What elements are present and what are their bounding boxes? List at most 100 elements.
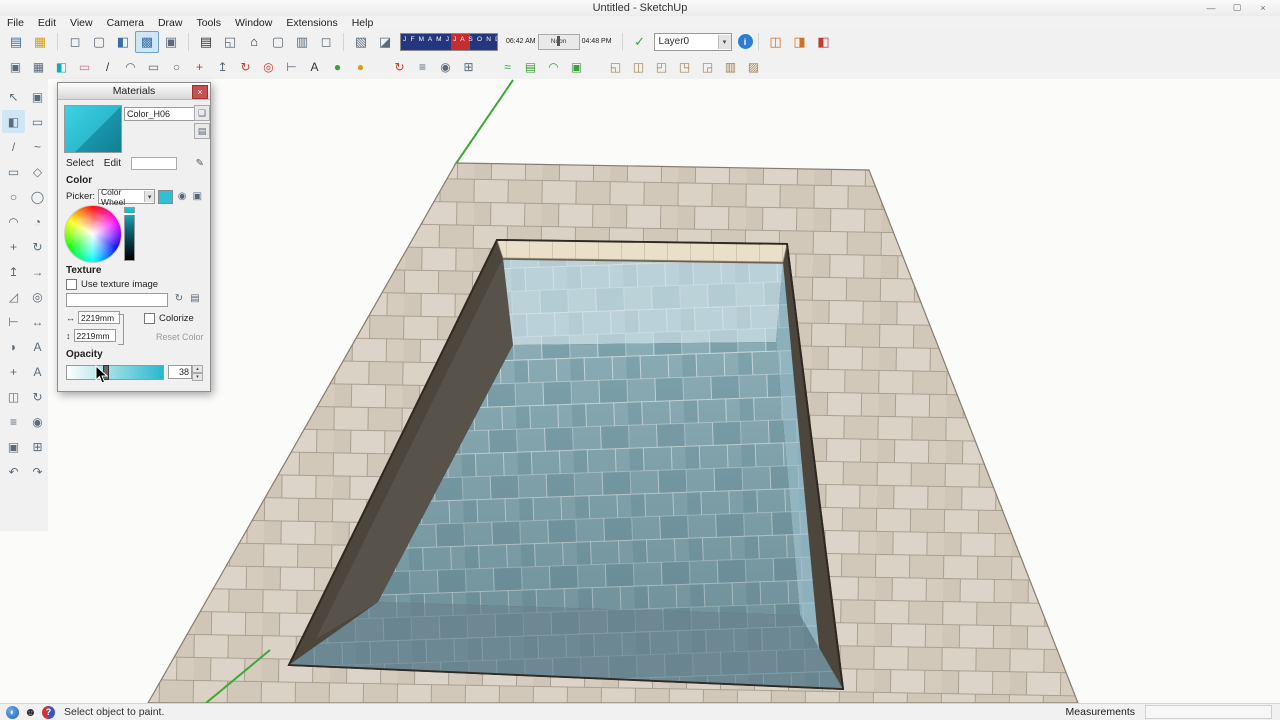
picker-dropdown[interactable]: Color Wheel ▾ bbox=[98, 187, 156, 207]
subtract-icon[interactable]: ◳ bbox=[673, 56, 696, 77]
stamp-icon[interactable]: ▣ bbox=[565, 56, 588, 77]
move-small-icon[interactable]: + bbox=[188, 56, 211, 77]
pie-icon[interactable]: ◔ bbox=[26, 210, 49, 233]
orbit-icon[interactable]: ↻ bbox=[26, 385, 49, 408]
menu-item[interactable]: Window bbox=[228, 16, 279, 29]
tape-measure-icon[interactable]: ⊢ bbox=[2, 310, 25, 333]
move-icon[interactable]: + bbox=[2, 235, 25, 258]
zoom-small-icon[interactable]: ◉ bbox=[434, 56, 457, 77]
texture-height-field[interactable]: 2219mm bbox=[73, 329, 116, 342]
top-view-icon[interactable]: ⌂ bbox=[242, 31, 266, 53]
open-icon[interactable]: ▦ bbox=[28, 31, 52, 53]
checkbox-icon[interactable] bbox=[66, 279, 77, 290]
zoom-extents-icon[interactable]: ⊞ bbox=[26, 435, 49, 458]
color-value-slider[interactable] bbox=[124, 207, 135, 261]
axes-icon[interactable]: + bbox=[2, 360, 25, 383]
rotate-icon[interactable]: ↻ bbox=[26, 235, 49, 258]
maximize-button[interactable]: ▢ bbox=[1224, 0, 1250, 15]
make-component-icon[interactable]: ▣ bbox=[26, 85, 49, 108]
menu-item[interactable]: Edit bbox=[31, 16, 63, 29]
layer-dropdown[interactable]: Layer0 ▾ bbox=[653, 32, 732, 51]
spinner-down-icon[interactable]: ▾ bbox=[192, 373, 203, 381]
print-icon[interactable]: ▤ bbox=[194, 31, 218, 53]
select-icon[interactable]: ↖ bbox=[2, 85, 25, 108]
texture-width-field[interactable]: 2219mm bbox=[78, 311, 120, 324]
shaded-style-icon[interactable]: ◧ bbox=[111, 31, 135, 53]
offset-icon[interactable]: ◎ bbox=[26, 285, 49, 308]
opacity-slider[interactable] bbox=[66, 365, 164, 380]
measurements-field[interactable] bbox=[1145, 705, 1272, 719]
close-button[interactable]: × bbox=[1250, 0, 1276, 15]
hidden-line-style-icon[interactable]: ▢ bbox=[87, 31, 111, 53]
polygon-icon[interactable]: ◯ bbox=[26, 185, 49, 208]
freehand-icon[interactable]: ~ bbox=[26, 135, 49, 158]
rotate-small-icon[interactable]: ↻ bbox=[234, 56, 257, 77]
color-value-marker[interactable] bbox=[124, 213, 135, 215]
shadow-settings-icon[interactable]: ▧ bbox=[349, 31, 373, 53]
line-icon[interactable]: / bbox=[2, 135, 25, 158]
time-slider-track[interactable]: Noon bbox=[537, 33, 580, 50]
reset-color-link[interactable]: Reset Color bbox=[156, 332, 204, 342]
browse-texture-icon[interactable]: ▤ bbox=[188, 292, 202, 305]
close-icon[interactable]: × bbox=[192, 85, 208, 99]
eraser-icon[interactable]: ▭ bbox=[26, 110, 49, 133]
scale-icon[interactable]: ◿ bbox=[2, 285, 25, 308]
protractor-icon[interactable]: ◗ bbox=[2, 335, 25, 358]
text-small-icon[interactable]: A bbox=[303, 56, 326, 77]
circle-icon[interactable]: ○ bbox=[2, 185, 25, 208]
iso-view-icon[interactable]: ◱ bbox=[218, 31, 242, 53]
group-icon[interactable]: ▦ bbox=[27, 56, 50, 77]
shadow-time-slider[interactable]: 06:42 AM Noon 04:48 PM bbox=[504, 33, 614, 50]
zoom-icon[interactable]: ◉ bbox=[26, 410, 49, 433]
minimize-button[interactable]: — bbox=[1198, 0, 1224, 15]
layer-visible-check-icon[interactable]: ✓ bbox=[628, 31, 652, 53]
make-component-icon[interactable]: ▣ bbox=[4, 56, 27, 77]
split-icon[interactable]: ▥ bbox=[719, 56, 742, 77]
soften-edges-icon[interactable]: ▨ bbox=[742, 56, 765, 77]
arc-small-icon[interactable]: ◠ bbox=[119, 56, 142, 77]
shadow-toggle-icon[interactable]: ◪ bbox=[373, 31, 397, 53]
section-plane-icon[interactable]: ◫ bbox=[764, 31, 788, 53]
display-section-planes-icon[interactable]: ◨ bbox=[788, 31, 812, 53]
previous-view-icon[interactable]: ↶ bbox=[2, 460, 25, 483]
menu-item[interactable]: Tools bbox=[189, 16, 228, 29]
menu-item[interactable]: Camera bbox=[100, 16, 151, 29]
zoom-extents-small-icon[interactable]: ⊞ bbox=[457, 56, 480, 77]
tab-select[interactable]: Select bbox=[66, 158, 94, 169]
color-wheel[interactable] bbox=[64, 205, 122, 263]
next-view-icon[interactable]: ↷ bbox=[26, 460, 49, 483]
dimension-icon[interactable]: ↔ bbox=[26, 310, 49, 333]
text-icon[interactable]: A bbox=[26, 335, 49, 358]
section-plane-icon[interactable]: ◫ bbox=[2, 385, 25, 408]
checkbox-icon[interactable] bbox=[144, 313, 155, 324]
shaded-textured-style-icon[interactable]: ▩ bbox=[135, 30, 159, 53]
follow-me-icon[interactable]: → bbox=[26, 260, 49, 283]
material-search-field[interactable] bbox=[131, 157, 178, 170]
geolocation-icon[interactable]: ◐ bbox=[6, 705, 19, 719]
match-screen-color-icon[interactable]: ▣ bbox=[191, 190, 204, 203]
push-pull-icon[interactable]: ↥ bbox=[2, 260, 25, 283]
line-small-icon[interactable]: / bbox=[96, 56, 119, 77]
new-icon[interactable]: ▤ bbox=[4, 31, 28, 53]
match-object-color-icon[interactable]: ◉ bbox=[175, 190, 188, 203]
menu-item[interactable]: File bbox=[0, 16, 31, 29]
reload-texture-icon[interactable]: ↻ bbox=[172, 292, 186, 305]
opacity-value-field[interactable]: 38 bbox=[168, 365, 192, 379]
chevron-down-icon[interactable]: ▾ bbox=[143, 191, 155, 202]
pan-small-icon[interactable]: ≡ bbox=[411, 56, 434, 77]
time-slider-thumb[interactable] bbox=[556, 35, 560, 46]
rectangle-icon[interactable]: ▭ bbox=[2, 160, 25, 183]
3d-text-icon[interactable]: A bbox=[26, 360, 49, 383]
use-texture-checkbox[interactable]: Use texture image bbox=[66, 279, 158, 290]
circle-small-icon[interactable]: ○ bbox=[165, 56, 188, 77]
paint-bucket-small-icon[interactable]: ◧ bbox=[50, 56, 73, 77]
menu-item[interactable]: Help bbox=[345, 16, 381, 29]
back-view-icon[interactable]: ◻ bbox=[314, 31, 338, 53]
create-material-icon[interactable]: ❏ bbox=[194, 105, 210, 121]
sample-paint-icon[interactable]: ✎ bbox=[196, 158, 204, 169]
tape-measure-small-icon[interactable]: ⊢ bbox=[280, 56, 303, 77]
shadow-date-slider[interactable]: J F M A M J J A S O N D bbox=[400, 32, 498, 51]
smoove-icon[interactable]: ◠ bbox=[542, 56, 565, 77]
orbit-small-icon[interactable]: ↻ bbox=[388, 56, 411, 77]
menu-item[interactable]: Draw bbox=[151, 16, 190, 29]
